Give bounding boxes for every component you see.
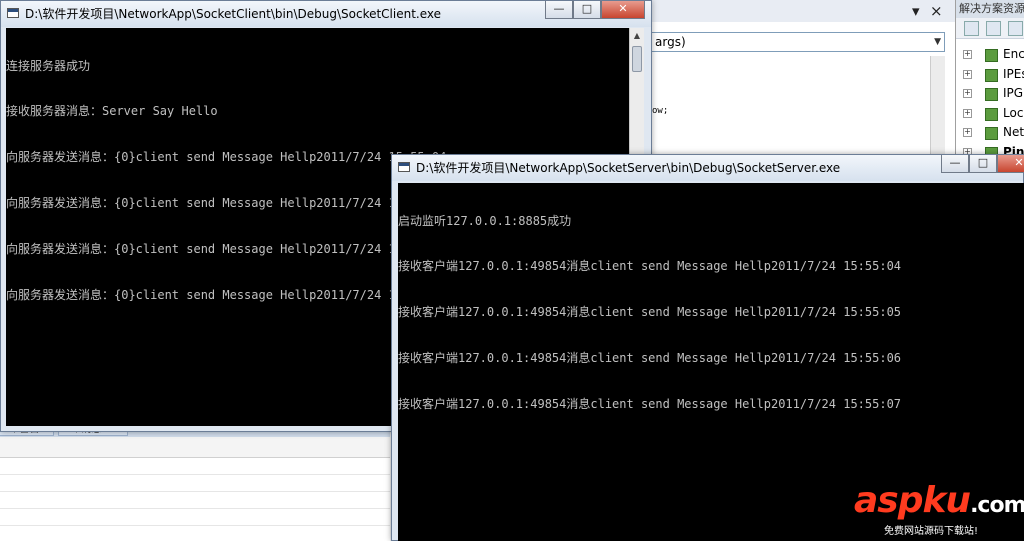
- expand-icon[interactable]: +: [963, 69, 972, 79]
- console-line: 接收服务器消息：Server Say Hello: [6, 104, 218, 119]
- member-dropdown[interactable]: args) ▼: [650, 32, 945, 52]
- solution-explorer-title: 解决方案资源: [956, 0, 1024, 18]
- console-line: 连接服务器成功: [6, 58, 91, 73]
- editor-scrollbar[interactable]: [930, 56, 945, 156]
- editor-tab-bar: ▾ ×: [650, 0, 955, 23]
- maximize-button[interactable]: □: [573, 1, 601, 19]
- tab-close-icon[interactable]: ×: [930, 1, 943, 21]
- refresh-icon[interactable]: [1008, 21, 1023, 36]
- solution-item[interactable]: + IPG: [956, 84, 1024, 104]
- error-list-header: [0, 437, 390, 458]
- aspku-watermark: aspku.com 免费网站源码下载站!: [850, 480, 1024, 540]
- reference-icon: [985, 107, 998, 121]
- table-row[interactable]: [0, 509, 390, 526]
- console-line: 接收客户端127.0.0.1:49854消息client send Messag…: [398, 305, 902, 320]
- expand-icon[interactable]: +: [963, 89, 972, 98]
- server-window-title: D:\软件开发项目\NetworkApp\SocketServer\bin\De…: [416, 161, 841, 175]
- properties-icon[interactable]: [964, 21, 979, 36]
- watermark-tagline: 免费网站源码下载站!: [884, 526, 979, 537]
- solution-item-label: Net: [1003, 125, 1024, 139]
- client-titlebar[interactable]: D:\软件开发项目\NetworkApp\SocketClient\bin\De…: [1, 1, 651, 27]
- chevron-down-icon: ▼: [934, 37, 941, 47]
- console-line: 接收客户端127.0.0.1:49854消息client send Messag…: [398, 397, 902, 412]
- close-button[interactable]: ✕: [601, 1, 645, 19]
- solution-item-label: Loc: [1003, 105, 1024, 120]
- table-row[interactable]: [0, 458, 390, 475]
- close-button[interactable]: ✕: [997, 155, 1024, 173]
- watermark-logo-suffix: .com: [970, 493, 1024, 518]
- table-row[interactable]: [0, 492, 390, 509]
- client-window-controls: — □ ✕: [545, 1, 645, 21]
- console-line: 接收客户端127.0.0.1:49854消息client send Messag…: [398, 259, 902, 274]
- solution-item[interactable]: + Enc: [956, 45, 1024, 65]
- reference-icon: [985, 127, 998, 140]
- table-row[interactable]: [0, 475, 390, 492]
- solution-item-label: IPEs: [1003, 66, 1024, 81]
- server-window-controls: — □ ✕: [941, 155, 1024, 175]
- solution-item-label: Enc: [1003, 47, 1024, 61]
- scrollbar-thumb[interactable]: [632, 46, 642, 72]
- error-list-grid: [0, 437, 390, 541]
- reference-icon: [985, 49, 998, 62]
- solution-item[interactable]: + IPEs: [956, 65, 1024, 85]
- reference-icon: [985, 88, 998, 101]
- tab-pin-icon[interactable]: ▾: [912, 1, 920, 21]
- solution-item[interactable]: + Loc: [956, 104, 1024, 124]
- solution-item[interactable]: + Net: [956, 123, 1024, 143]
- minimize-button[interactable]: —: [941, 155, 969, 173]
- show-all-files-icon[interactable]: [986, 21, 1001, 36]
- minimize-button[interactable]: —: [545, 1, 573, 19]
- watermark-logo: aspku.com: [854, 480, 1024, 521]
- expand-icon[interactable]: +: [963, 108, 972, 118]
- scroll-up-icon[interactable]: ▲: [630, 28, 644, 43]
- watermark-logo-text: aspku: [854, 480, 971, 521]
- expand-icon[interactable]: +: [963, 128, 972, 137]
- console-app-icon: [7, 8, 19, 18]
- editor-code-text: ow;: [652, 106, 669, 116]
- console-app-icon: [398, 162, 410, 172]
- maximize-button[interactable]: □: [969, 155, 997, 173]
- reference-icon: [985, 68, 998, 82]
- solution-explorer-toolbar: [956, 18, 1024, 39]
- member-dropdown-value: args): [655, 35, 686, 49]
- console-line: 启动监听127.0.0.1:8885成功: [398, 213, 572, 228]
- server-titlebar[interactable]: D:\软件开发项目\NetworkApp\SocketServer\bin\De…: [392, 155, 1024, 181]
- expand-icon[interactable]: +: [963, 50, 972, 59]
- client-window-title: D:\软件开发项目\NetworkApp\SocketClient\bin\De…: [25, 7, 442, 21]
- solution-item-label: IPG: [1003, 86, 1024, 100]
- console-line: 接收客户端127.0.0.1:49854消息client send Messag…: [398, 351, 902, 366]
